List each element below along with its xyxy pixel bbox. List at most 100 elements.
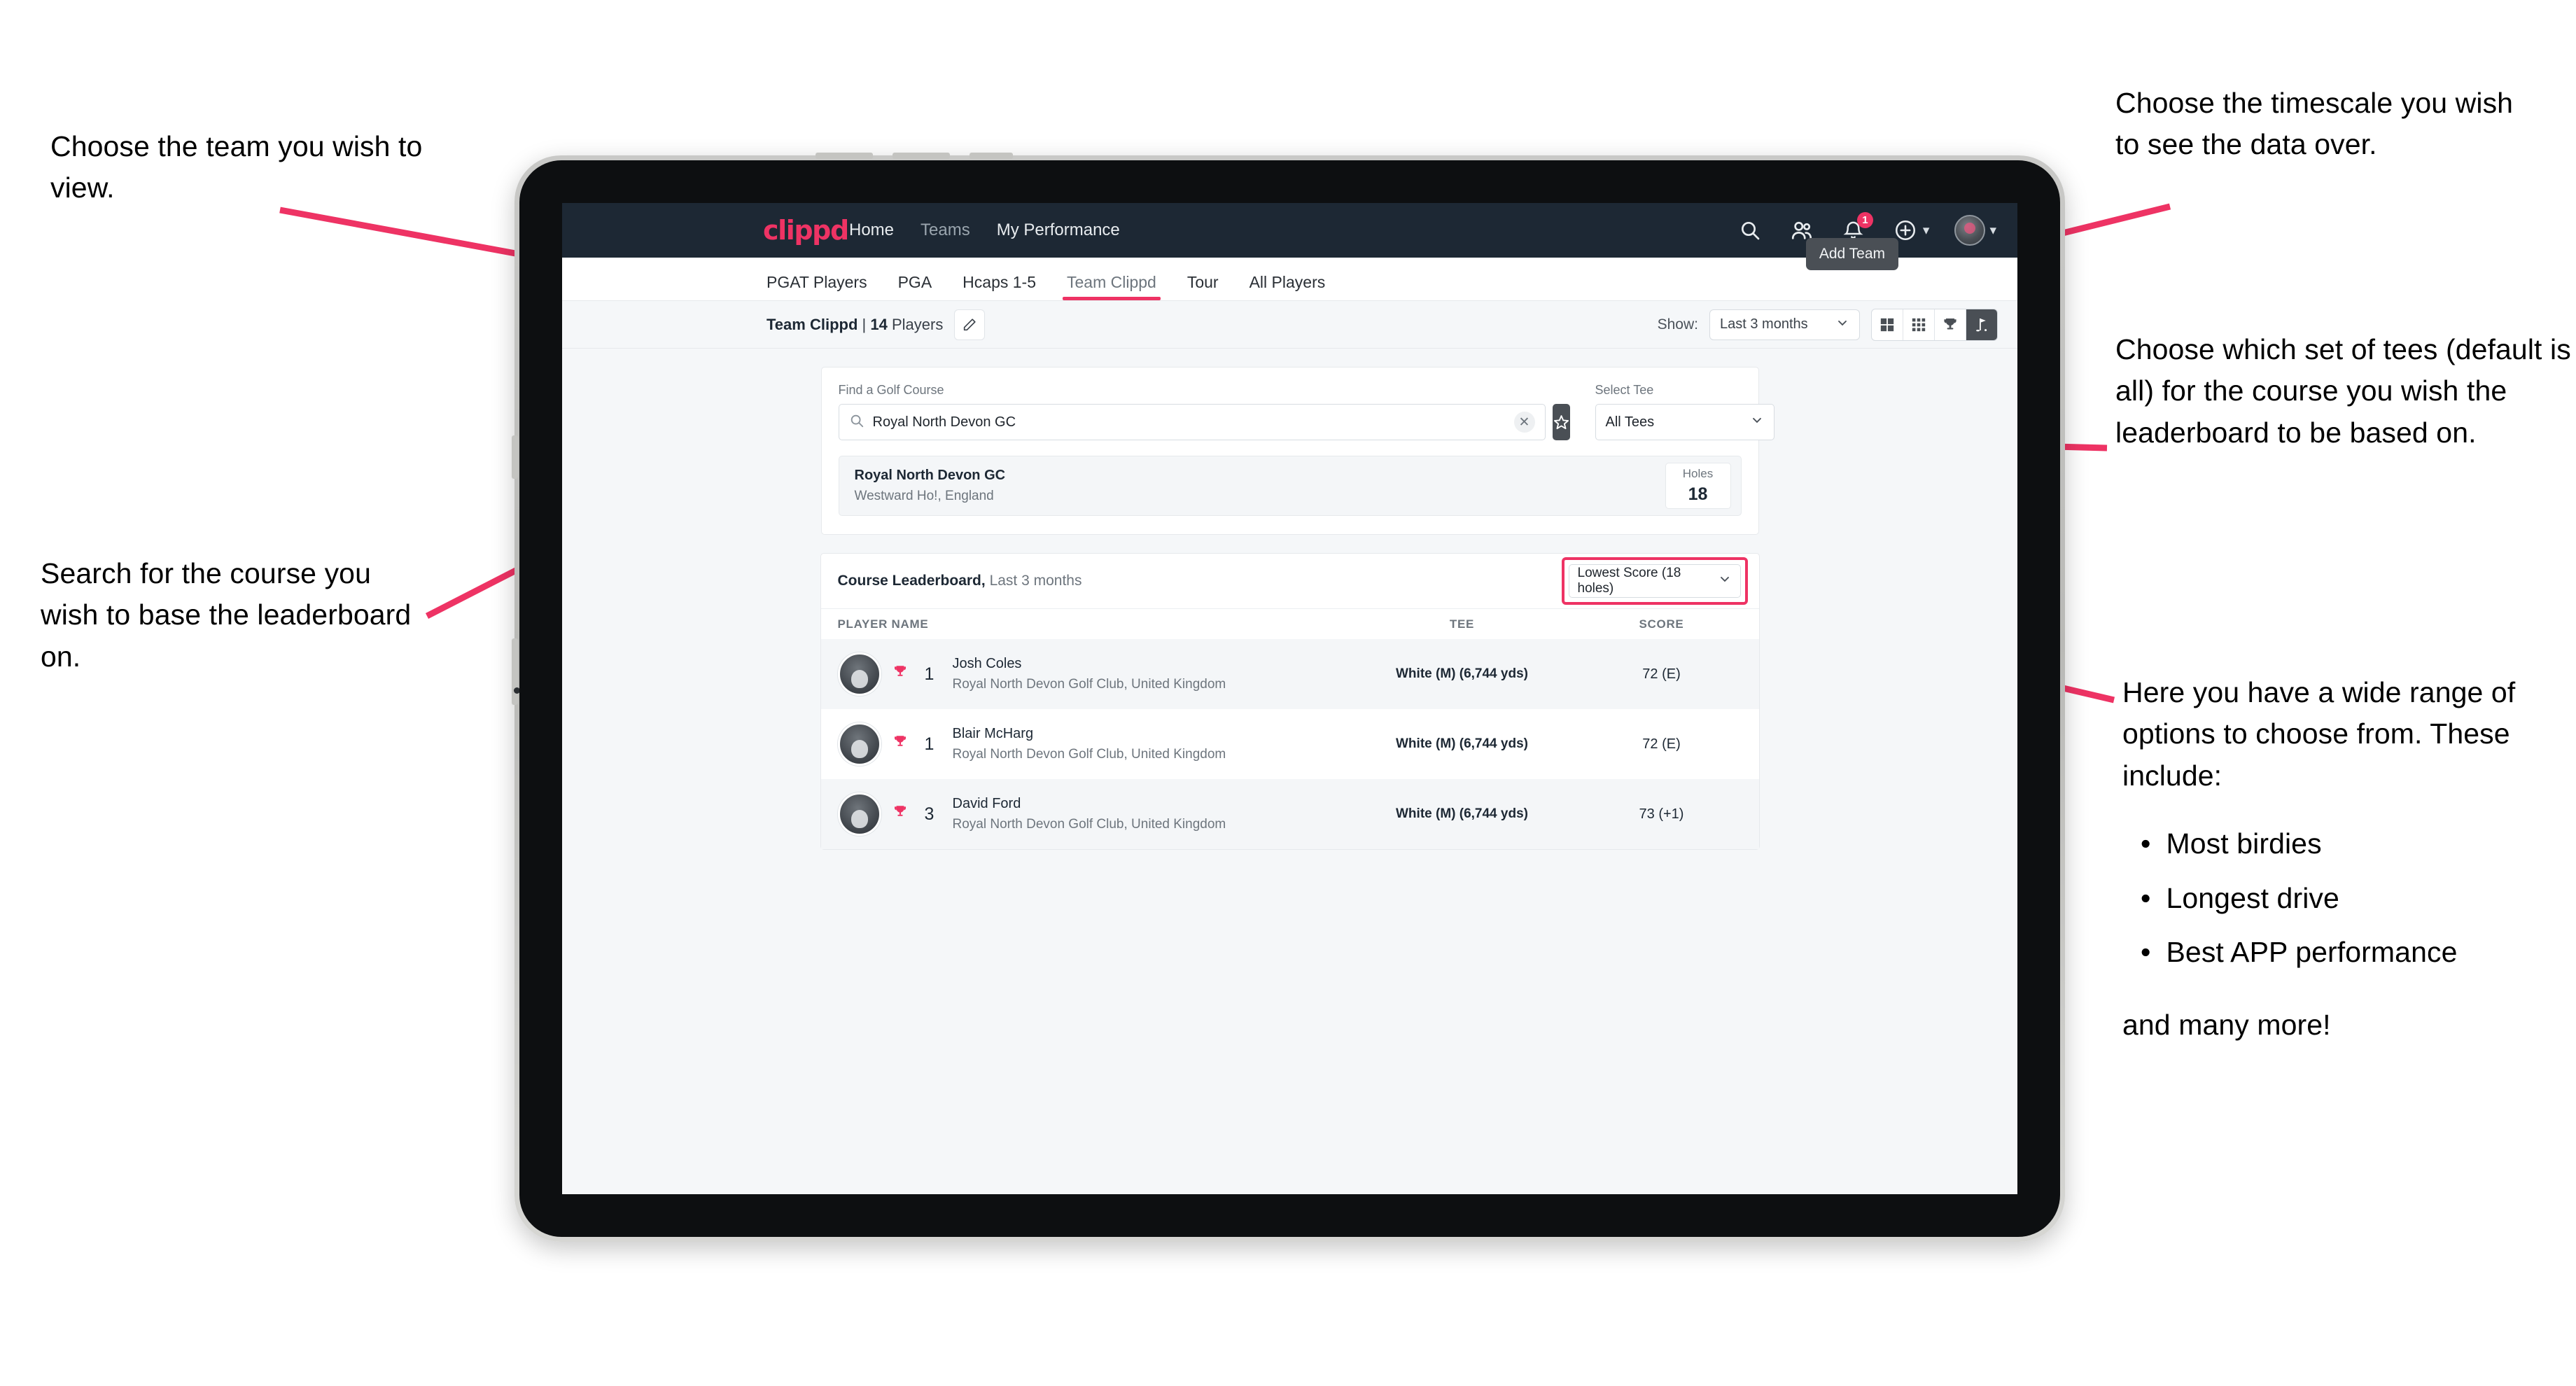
search-icon bbox=[849, 413, 864, 432]
bullet-label: Most birdies bbox=[2166, 827, 2322, 860]
player-score: 72 (E) bbox=[1642, 736, 1681, 752]
tab-all-players[interactable]: All Players bbox=[1250, 273, 1326, 300]
metric-select-highlight: Lowest Score (18 holes) bbox=[1561, 557, 1748, 605]
course-view-button[interactable] bbox=[1966, 309, 1997, 340]
player-tee: White (M) (6,744 yds) bbox=[1396, 806, 1528, 821]
annotation-options-intro: Here you have a wide range of options to… bbox=[2122, 676, 2516, 792]
avatar bbox=[837, 652, 881, 696]
bullet-label: Longest drive bbox=[2166, 881, 2339, 914]
player-name: Blair McHarg bbox=[952, 726, 1034, 741]
player-cell: 1 Josh Coles Royal North Devon Golf Club… bbox=[837, 652, 1343, 696]
tab-tour[interactable]: Tour bbox=[1187, 273, 1219, 300]
player-score: 73 (+1) bbox=[1639, 806, 1684, 822]
team-players-word: Players bbox=[891, 315, 944, 333]
tab-pga[interactable]: PGA bbox=[898, 273, 932, 300]
leaderboard-title: Course Leaderboard, Last 3 months bbox=[838, 573, 1082, 589]
search-icon[interactable] bbox=[1737, 217, 1763, 244]
table-row[interactable]: 1 Josh Coles Royal North Devon Golf Club… bbox=[820, 639, 1759, 709]
period-select[interactable]: Last 3 months bbox=[1709, 309, 1860, 340]
player-club: Royal North Devon Golf Club, United King… bbox=[952, 747, 1226, 762]
grid-large-view-button[interactable] bbox=[1872, 309, 1903, 340]
grid-small-view-button[interactable] bbox=[1903, 309, 1935, 340]
nav-teams[interactable]: Teams bbox=[920, 220, 970, 240]
tab-hcaps-1-5[interactable]: Hcaps 1-5 bbox=[962, 273, 1036, 300]
course-search-row: Find a Golf Course Royal North Devon GC … bbox=[838, 383, 1774, 440]
annotation-options-list: • Most birdies • Longest drive • Best APP p… bbox=[2122, 823, 2570, 973]
table-row[interactable]: 1 Blair McHarg Royal North Devon Golf Cl… bbox=[821, 709, 1759, 779]
player-club: Royal North Devon Golf Club, United King… bbox=[952, 677, 1226, 692]
team-separator: | bbox=[862, 315, 867, 333]
course-field-label: Find a Golf Course bbox=[838, 383, 944, 397]
nav-my-performance[interactable]: My Performance bbox=[997, 220, 1120, 240]
add-team-tooltip: Add Team bbox=[1805, 238, 1898, 270]
table-row[interactable]: 3 David Ford Royal North Devon Golf Club… bbox=[820, 779, 1759, 849]
tee-select[interactable]: All Tees bbox=[1595, 404, 1774, 440]
list-item: • Best APP performance bbox=[2122, 932, 2570, 973]
course-result-card[interactable]: Royal North Devon GC Westward Ho!, Engla… bbox=[838, 456, 1742, 516]
chevron-down-icon bbox=[1750, 413, 1764, 431]
trophy-view-button[interactable] bbox=[1935, 309, 1966, 340]
edit-team-button[interactable] bbox=[954, 309, 986, 340]
player-cell: 3 David Ford Royal North Devon Golf Club… bbox=[837, 792, 1343, 836]
team-summary: Team Clippd | 14 Players bbox=[766, 316, 943, 334]
player-info: David Ford Royal North Devon Golf Club, … bbox=[953, 796, 1226, 832]
profile-avatar[interactable] bbox=[1954, 215, 1986, 246]
view-toggle-group bbox=[1871, 308, 1998, 341]
tee-field-group: Select Tee All Tees bbox=[1595, 383, 1774, 440]
course-field-group: Find a Golf Course Royal North Devon GC … bbox=[838, 383, 1546, 440]
bullet-label: Best APP performance bbox=[2166, 936, 2458, 969]
player-cell: 1 Blair McHarg Royal North Devon Golf Cl… bbox=[837, 722, 1343, 766]
player-info: Blair McHarg Royal North Devon Golf Club… bbox=[953, 726, 1226, 762]
leaderboard-header: Course Leaderboard, Last 3 months Lowest… bbox=[821, 554, 1759, 608]
app-screen: clippd Home Teams My Performance 1 ▾ ▾ P… bbox=[562, 203, 2017, 1194]
annotation-search-course: Search for the course you wish to base t… bbox=[41, 557, 412, 673]
course-result-location: Westward Ho!, England bbox=[854, 489, 994, 503]
player-rank: 3 bbox=[924, 804, 934, 824]
holes-value: 18 bbox=[1688, 484, 1708, 504]
metric-select[interactable]: Lowest Score (18 holes) bbox=[1568, 564, 1741, 598]
app-header: clippd Home Teams My Performance 1 ▾ ▾ bbox=[562, 203, 2017, 258]
player-name: David Ford bbox=[952, 796, 1021, 811]
avatar bbox=[837, 792, 881, 836]
team-name: Team Clippd bbox=[766, 315, 858, 333]
show-label: Show: bbox=[1657, 316, 1698, 332]
star-icon bbox=[1553, 414, 1569, 429]
avatar bbox=[837, 722, 881, 766]
favourite-course-button[interactable] bbox=[1552, 404, 1570, 440]
tab-team-clippd[interactable]: Team Clippd bbox=[1063, 273, 1161, 300]
trophy-icon bbox=[891, 664, 909, 685]
grid-small-icon bbox=[1912, 318, 1926, 331]
team-toolbar: Team Clippd | 14 Players Show: Last 3 mo… bbox=[562, 301, 2017, 349]
bullet-icon: • bbox=[2141, 827, 2151, 860]
close-icon[interactable]: ✕ bbox=[1513, 412, 1535, 433]
player-tee: White (M) (6,744 yds) bbox=[1396, 736, 1528, 751]
annotation-timescale: Choose the timescale you wish to see the… bbox=[2115, 87, 2514, 161]
course-result-name: Royal North Devon GC bbox=[854, 468, 1006, 483]
list-item: • Longest drive bbox=[2122, 878, 2570, 919]
course-result-text: Royal North Devon GC Westward Ho!, Engla… bbox=[855, 468, 1006, 504]
slide-canvas: Choose the team you wish to view. Search… bbox=[0, 0, 2576, 1386]
column-player-name: PLAYER NAME bbox=[837, 617, 929, 631]
nav-home[interactable]: Home bbox=[849, 220, 894, 240]
annotation-options-tail: and many more! bbox=[2122, 1008, 2331, 1041]
tee-select-value: All Tees bbox=[1605, 414, 1655, 430]
tablet-frame: clippd Home Teams My Performance 1 ▾ ▾ P… bbox=[512, 153, 2065, 1242]
tablet-volume-down-button bbox=[892, 153, 950, 159]
clippd-logo[interactable]: clippd bbox=[763, 215, 849, 246]
list-item: • Most birdies bbox=[2122, 823, 2570, 864]
toolbar-right: Show: Last 3 months bbox=[1657, 308, 1998, 341]
holes-label: Holes bbox=[1682, 467, 1714, 480]
course-search-input[interactable]: Royal North Devon GC ✕ bbox=[838, 404, 1546, 440]
chevron-down-icon[interactable]: ▾ bbox=[1923, 223, 1930, 239]
profile-menu[interactable]: ▾ bbox=[1954, 215, 1996, 246]
annotation-choose-team: Choose the team you wish to view. bbox=[50, 130, 423, 204]
player-name: Josh Coles bbox=[952, 656, 1022, 671]
tab-pgat-players[interactable]: PGAT Players bbox=[766, 273, 867, 300]
course-search-panel: Find a Golf Course Royal North Devon GC … bbox=[820, 367, 1774, 535]
chevron-down-icon[interactable]: ▾ bbox=[1989, 223, 1996, 239]
trophy-icon bbox=[891, 734, 909, 755]
leaderboard-title-period: Last 3 months bbox=[989, 573, 1082, 589]
tee-field-label: Select Tee bbox=[1595, 383, 1654, 397]
metric-select-value: Lowest Score (18 holes) bbox=[1577, 566, 1681, 596]
bullet-icon: • bbox=[2141, 881, 2151, 914]
